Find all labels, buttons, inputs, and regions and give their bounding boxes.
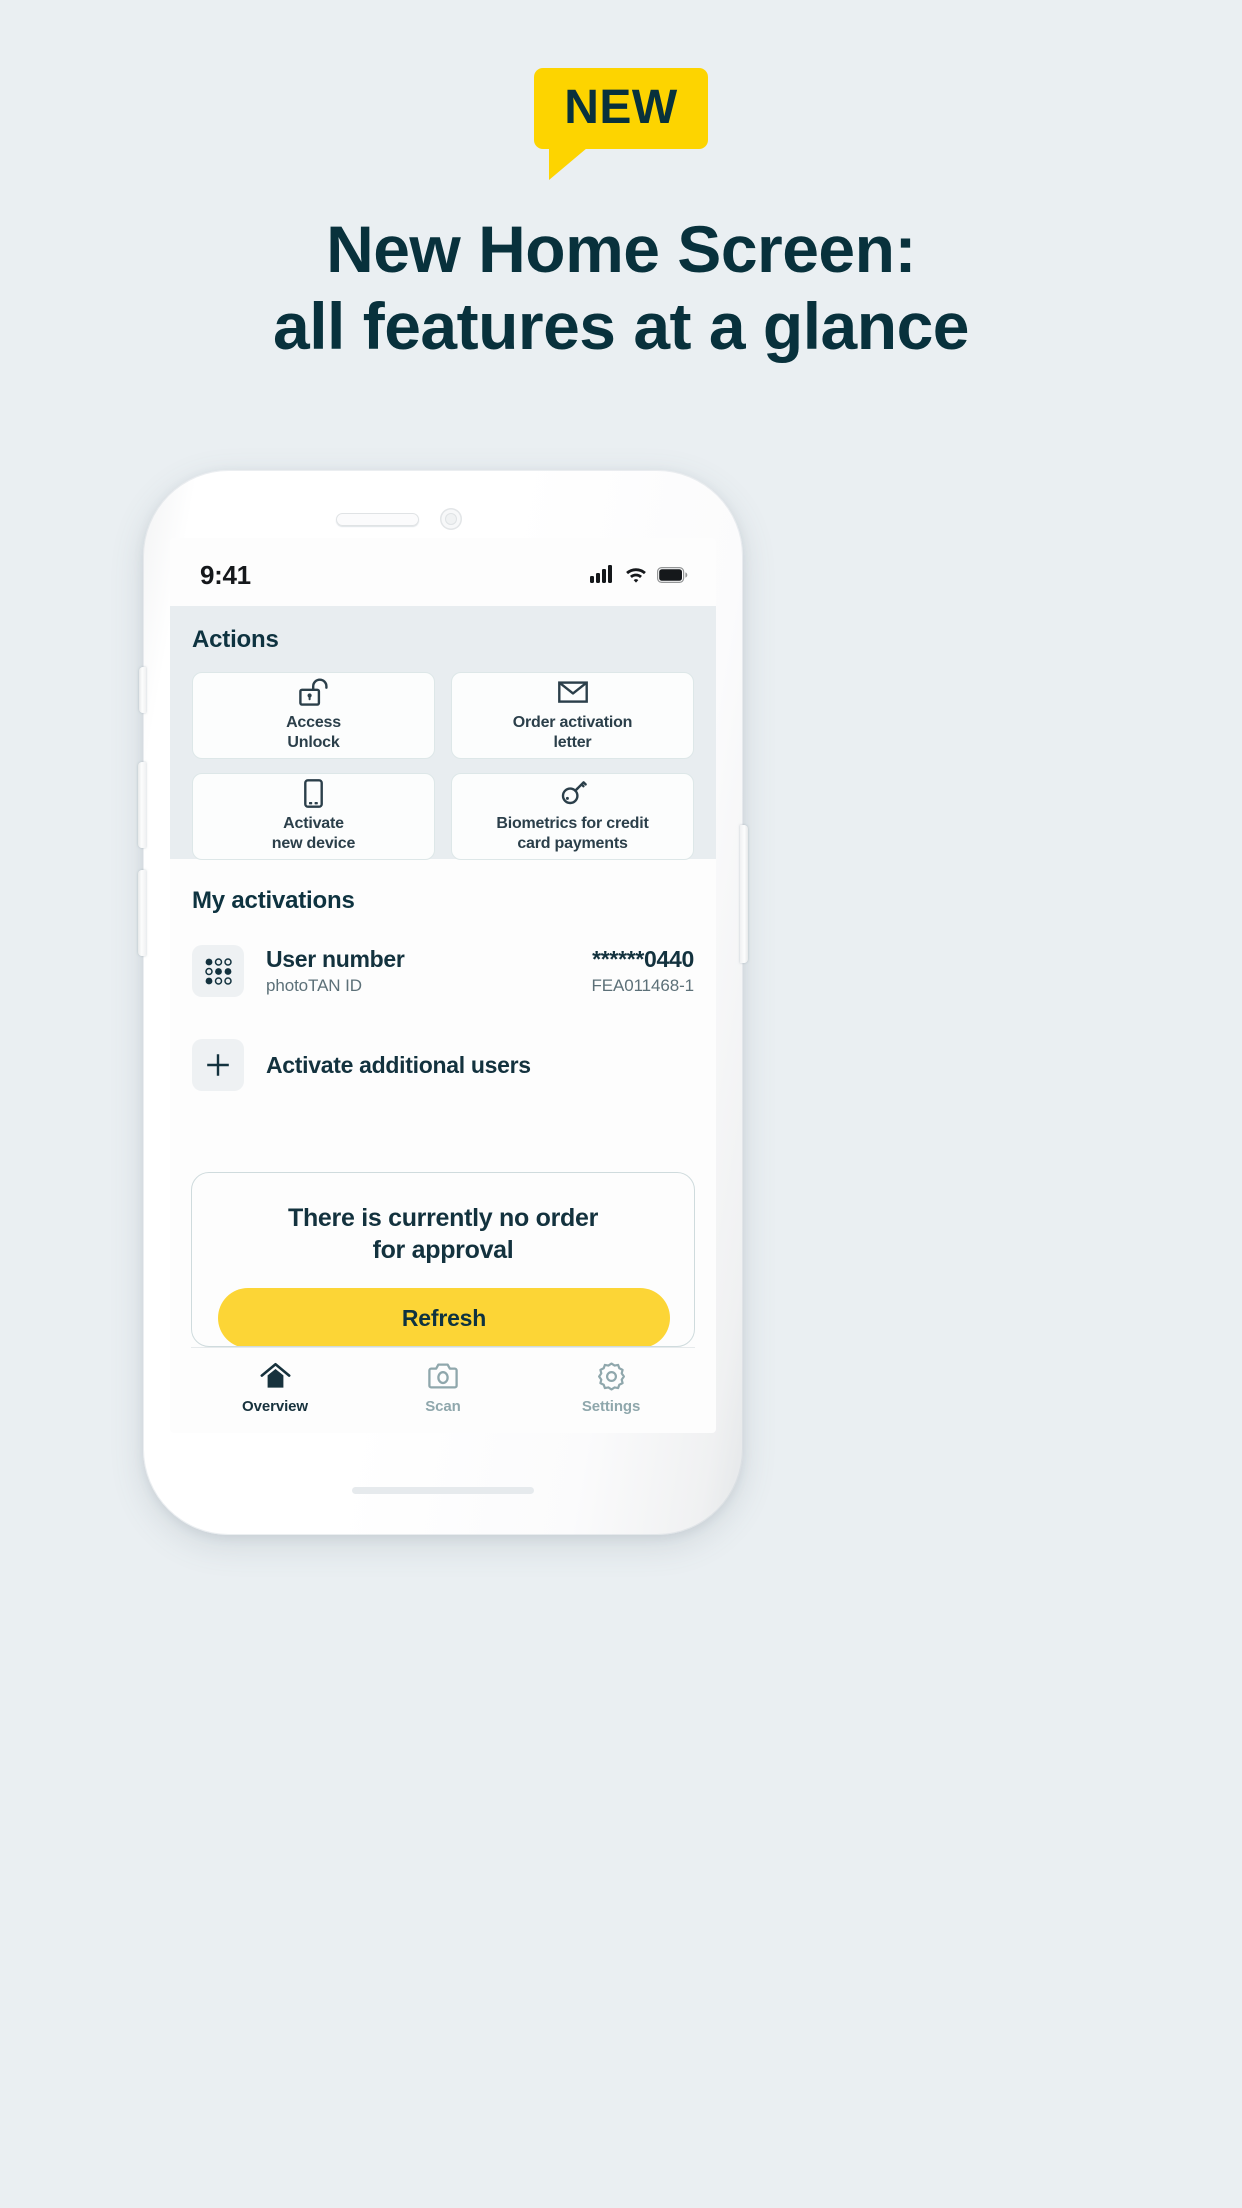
status-bar-time: 9:41 [200,559,251,590]
activations-section: My activations User number photoTAN ID *… [170,859,716,1091]
action-card-label: Access Unlock [286,714,341,751]
activation-row-subtitle: photoTAN ID [266,976,362,996]
new-badge: NEW [534,68,708,149]
volume-down-button[interactable] [138,870,146,956]
smartphone-icon [304,778,323,808]
battery-icon [657,566,688,588]
activation-row-user-number[interactable]: User number photoTAN ID ******0440 FEA01… [192,945,694,997]
phone-screen: 9:41 Actions Access Unlock Order activat… [170,538,716,1433]
volume-up-button[interactable] [138,762,146,848]
home-indicator [352,1487,534,1494]
tab-overview-label: Overview [242,1398,308,1415]
activation-row-phototan-id: FEA011468-1 [591,976,694,996]
tab-settings-label: Settings [581,1398,641,1415]
action-card-biometrics-credit-card[interactable]: Biometrics for credit card payments [451,773,694,860]
promo-header: NEW New Home Screen: all features at a g… [0,0,1242,470]
activations-heading: My activations [192,887,355,914]
activate-additional-users-row[interactable]: Activate additional users [192,1039,694,1091]
cellular-signal-icon [590,564,615,588]
actions-panel: Actions Access Unlock Order activation l… [170,606,716,860]
key-icon [559,780,587,806]
activation-row-title: User number [266,945,405,972]
action-card-label: Biometrics for credit card payments [496,815,649,852]
activate-additional-users-label: Activate additional users [266,1051,531,1078]
actions-grid: Access Unlock Order activation letter Ac… [192,672,694,860]
camera-icon [428,1361,458,1391]
promo-title-line-1: New Home Screen: [326,212,916,286]
refresh-button[interactable]: Refresh [218,1288,670,1346]
activation-row-masked-number: ******0440 [592,945,694,972]
silent-switch-button[interactable] [139,667,146,713]
action-card-access-unlock[interactable]: Access Unlock [192,672,435,759]
wifi-icon [624,565,648,588]
front-camera-icon [440,508,462,530]
unlock-padlock-icon [298,678,329,707]
status-bar: 9:41 [170,538,716,600]
phone-mockup: 9:41 Actions Access Unlock Order activat… [138,470,748,1535]
phototan-dots-icon [192,945,244,997]
power-button[interactable] [740,825,748,963]
new-badge-wrapper: NEW [534,68,708,180]
action-card-activate-new-device[interactable]: Activate new device [192,773,435,860]
plus-icon [192,1039,244,1091]
action-card-label: Order activation letter [512,714,633,751]
action-card-order-activation-letter[interactable]: Order activation letter [451,672,694,759]
activation-row-texts: User number photoTAN ID [266,946,591,996]
promo-title-line-2: all features at a glance [273,289,970,364]
activation-row-values: ******0440 FEA011468-1 [591,946,694,996]
new-badge-tail [549,148,588,180]
approval-status-card: There is currently no order for approval… [191,1172,695,1347]
gear-icon [597,1361,626,1391]
earpiece-speaker-grille [336,513,419,526]
bottom-tab-bar: Overview Scan Settings [191,1347,695,1433]
tab-settings[interactable]: Settings [527,1348,695,1433]
home-icon [260,1361,291,1391]
action-card-label: Activate new device [271,815,356,852]
promo-title: New Home Screen: all features at a glanc… [273,211,970,365]
tab-overview[interactable]: Overview [191,1348,359,1433]
tab-scan-label: Scan [425,1398,461,1415]
status-bar-icons [590,551,688,588]
envelope-icon [557,679,588,705]
actions-heading: Actions [192,626,279,653]
approval-status-message: There is currently no order for approval [287,1204,599,1264]
tab-scan[interactable]: Scan [359,1348,527,1433]
